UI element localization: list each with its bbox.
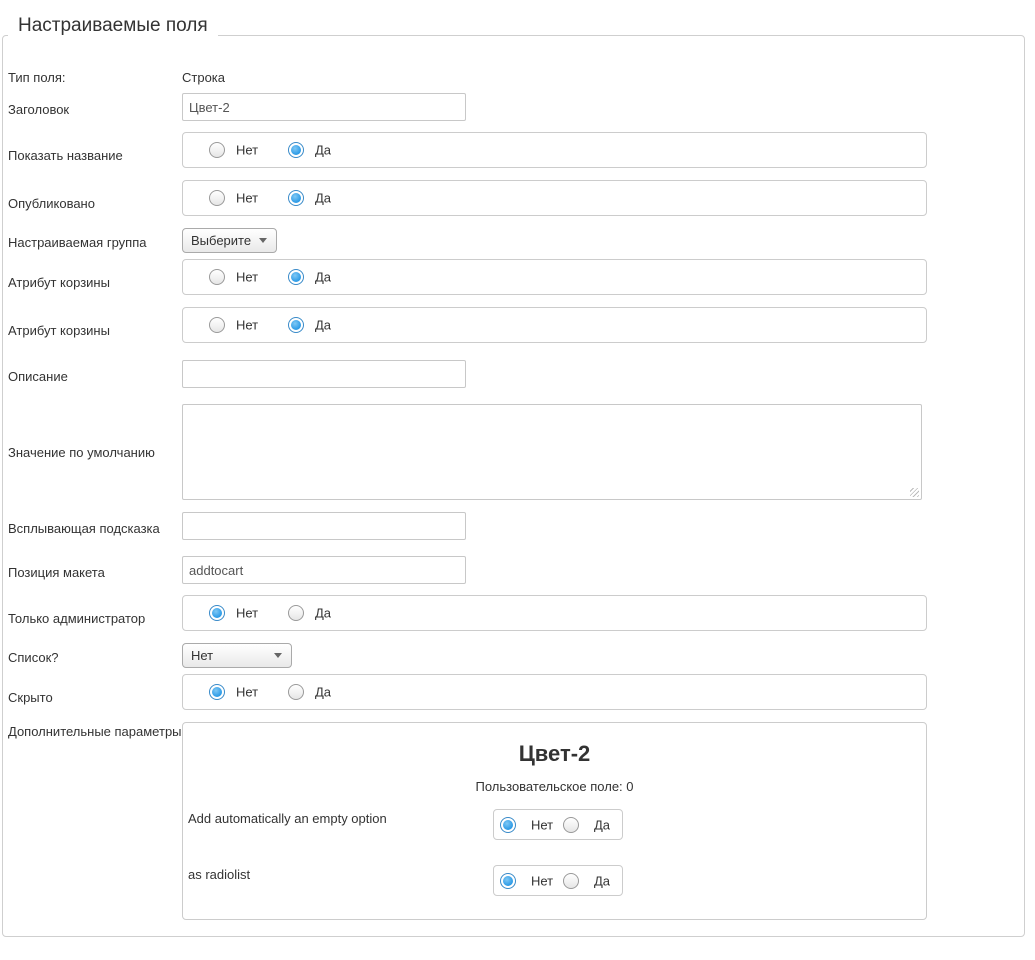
chevron-down-icon — [259, 238, 267, 243]
cart-attribute-1-yes-radio[interactable] — [288, 269, 304, 285]
empty-option-no-label[interactable]: Нет — [531, 817, 553, 832]
default-value-label: Значение по умолчанию — [8, 445, 155, 460]
cart-attribute-2-label: Атрибут корзины — [8, 323, 110, 338]
as-radiolist-yes-label[interactable]: Да — [594, 873, 610, 888]
cart-attribute-1-radio-group: Нет Да — [182, 259, 927, 295]
as-radiolist-label: as radiolist — [188, 867, 251, 882]
empty-option-yes-label[interactable]: Да — [594, 817, 610, 832]
custom-group-select[interactable]: Выберите — [182, 228, 277, 253]
custom-group-label: Настраиваемая группа — [8, 235, 147, 250]
field-type-value: Строка — [182, 70, 226, 85]
show-title-no-radio[interactable] — [209, 142, 225, 158]
cart-attribute-2-no-radio[interactable] — [209, 317, 225, 333]
hidden-no-label[interactable]: Нет — [236, 685, 258, 700]
hidden-no-radio[interactable] — [209, 684, 225, 700]
extra-params-panel: Цвет-2 Пользовательское поле: 0 Add auto… — [182, 722, 927, 920]
cart-attribute-1-no-radio[interactable] — [209, 269, 225, 285]
empty-option-radio-group: Нет Да — [493, 809, 623, 840]
cart-attribute-1-yes-label[interactable]: Да — [315, 270, 331, 285]
section-title: Настраиваемые поля — [8, 13, 218, 39]
description-input[interactable] — [182, 360, 466, 388]
extra-params-title: Цвет-2 — [518, 741, 591, 766]
published-label: Опубликовано — [8, 196, 95, 211]
admin-only-yes-radio[interactable] — [288, 605, 304, 621]
field-type-label: Тип поля: — [8, 70, 66, 85]
cart-attribute-2-yes-label[interactable]: Да — [315, 318, 331, 333]
published-no-label[interactable]: Нет — [236, 191, 258, 206]
title-input[interactable] — [182, 93, 466, 121]
empty-option-yes-radio[interactable] — [563, 816, 579, 833]
layout-position-input[interactable] — [182, 556, 466, 584]
show-title-yes-label[interactable]: Да — [315, 143, 331, 158]
published-yes-label[interactable]: Да — [315, 191, 331, 206]
cart-attribute-1-label: Атрибут корзины — [8, 275, 110, 290]
published-yes-radio[interactable] — [288, 190, 304, 206]
as-radiolist-yes-radio[interactable] — [563, 872, 579, 889]
title-label: Заголовок — [8, 102, 70, 117]
published-no-radio[interactable] — [209, 190, 225, 206]
as-radiolist-no-radio[interactable] — [500, 872, 516, 889]
cart-attribute-2-yes-radio[interactable] — [288, 317, 304, 333]
cart-attribute-2-no-label[interactable]: Нет — [236, 318, 258, 333]
is-list-selected: Нет — [191, 648, 214, 663]
admin-only-no-radio[interactable] — [209, 605, 225, 621]
admin-only-label: Только администратор — [8, 611, 146, 626]
custom-group-selected: Выберите — [191, 233, 252, 248]
cart-attribute-2-radio-group: Нет Да — [182, 307, 927, 343]
default-value-textarea[interactable] — [182, 404, 922, 500]
published-radio-group: Нет Да — [182, 180, 927, 216]
admin-only-no-label[interactable]: Нет — [236, 606, 258, 621]
tooltip-input[interactable] — [182, 512, 466, 540]
show-title-no-label[interactable]: Нет — [236, 143, 258, 158]
description-label: Описание — [8, 369, 68, 384]
hidden-radio-group: Нет Да — [182, 674, 927, 710]
cart-attribute-1-no-label[interactable]: Нет — [236, 270, 258, 285]
hidden-label: Скрыто — [8, 690, 53, 705]
hidden-yes-radio[interactable] — [288, 684, 304, 700]
layout-position-label: Позиция макета — [8, 565, 105, 580]
chevron-down-icon — [274, 653, 282, 658]
tooltip-label: Всплывающая подсказка — [8, 521, 160, 536]
empty-option-label: Add automatically an empty option — [188, 811, 387, 826]
as-radiolist-no-label[interactable]: Нет — [531, 873, 553, 888]
as-radiolist-radio-group: Нет Да — [493, 865, 623, 896]
resize-handle-icon[interactable] — [910, 488, 919, 497]
hidden-yes-label[interactable]: Да — [315, 685, 331, 700]
extra-params-subtitle: Пользовательское поле: 0 — [475, 779, 634, 794]
show-title-yes-radio[interactable] — [288, 142, 304, 158]
show-title-label: Показать название — [8, 148, 123, 163]
empty-option-no-radio[interactable] — [500, 816, 516, 833]
admin-only-yes-label[interactable]: Да — [315, 606, 331, 621]
is-list-select[interactable]: Нет — [182, 643, 292, 668]
admin-only-radio-group: Нет Да — [182, 595, 927, 631]
show-title-radio-group: Нет Да — [182, 132, 927, 168]
extra-params-label: Дополнительные параметры — [8, 724, 182, 739]
is-list-label: Список? — [8, 650, 59, 665]
